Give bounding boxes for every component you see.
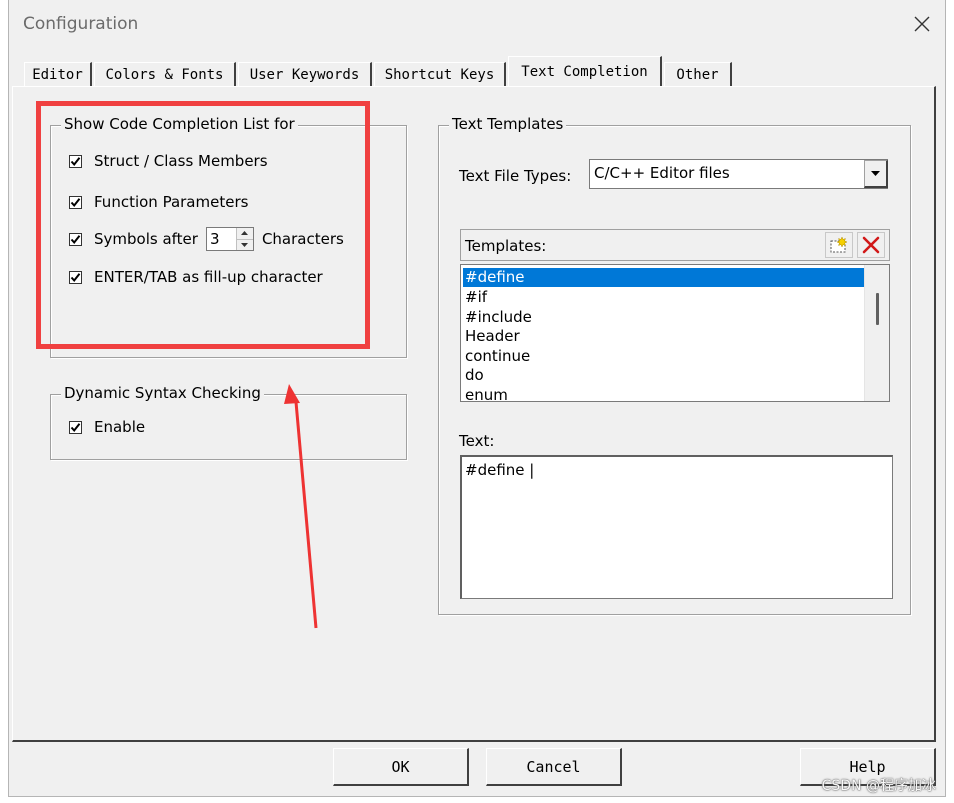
watermark: CSDN @程序加冰	[821, 778, 936, 794]
tab-text-completion[interactable]: Text Completion	[508, 56, 662, 86]
annotation-arrow	[284, 384, 318, 629]
